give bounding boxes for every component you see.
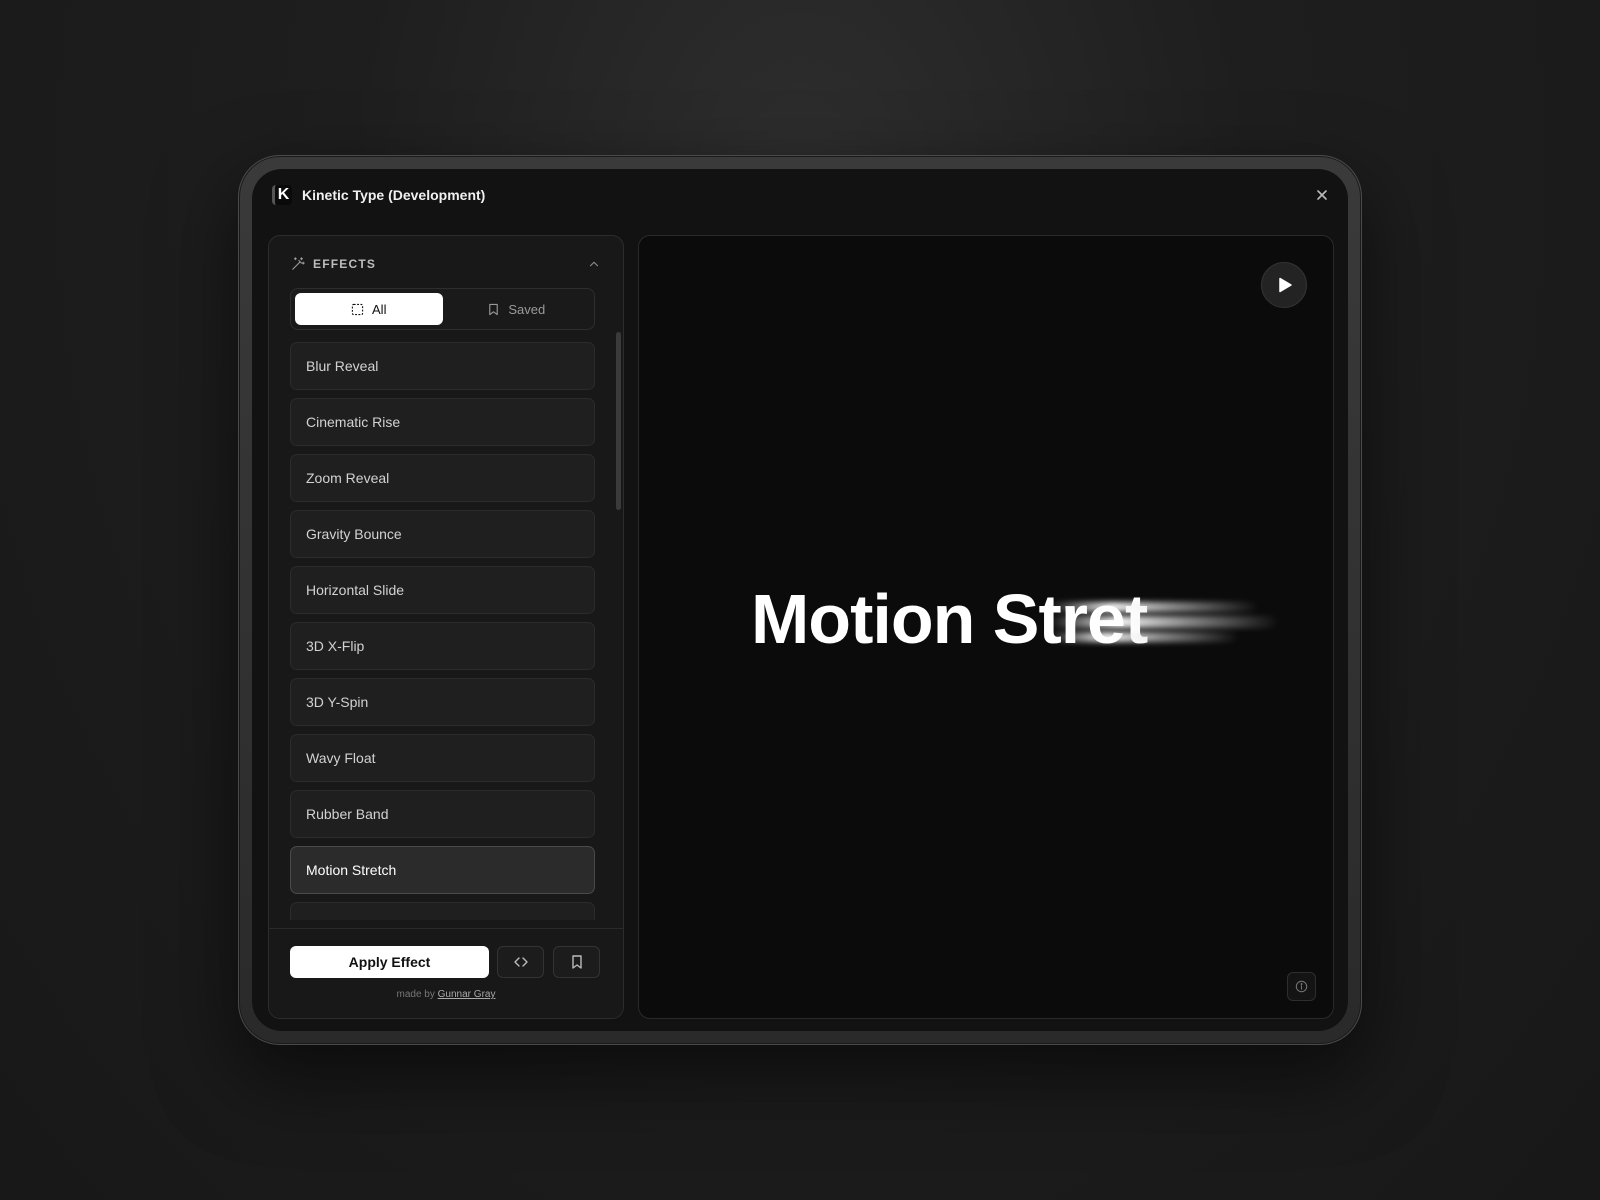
info-button[interactable] xyxy=(1287,972,1316,1001)
app-logo-icon: K xyxy=(272,185,292,205)
preview-canvas: Motion Stret xyxy=(638,235,1334,1019)
effect-item-gravity-bounce[interactable]: Gravity Bounce xyxy=(290,510,595,558)
apply-effect-button[interactable]: Apply Effect xyxy=(290,946,489,978)
author-link[interactable]: Gunnar Gray xyxy=(438,989,496,1000)
list-scrollbar[interactable] xyxy=(616,332,621,510)
filter-segmented-control: All Saved xyxy=(290,288,595,330)
credit-prefix: made by xyxy=(396,989,435,1000)
effect-item-3d-x-flip[interactable]: 3D X-Flip xyxy=(290,622,595,670)
title-bar: K Kinetic Type (Development) xyxy=(252,169,1348,221)
preview-text: Motion Stret xyxy=(751,580,1148,658)
close-button[interactable] xyxy=(1314,187,1330,203)
chevron-up-icon[interactable] xyxy=(587,257,601,271)
effect-item-blur-reveal[interactable]: Blur Reveal xyxy=(290,342,595,390)
code-button[interactable] xyxy=(497,946,544,978)
effect-item-zoom-reveal[interactable]: Zoom Reveal xyxy=(290,454,595,502)
effects-sidebar: EFFECTS All Saved Blur Reveal Cinematic … xyxy=(268,235,624,1019)
effect-item-swarm[interactable]: Swarm xyxy=(290,902,595,920)
effects-list: Blur Reveal Cinematic Rise Zoom Reveal G… xyxy=(290,342,595,920)
info-icon xyxy=(1295,980,1308,993)
sidebar-footer: Apply Effect made by Gunnar Gray xyxy=(269,928,623,1018)
app-window: K Kinetic Type (Development) EFFECTS All xyxy=(252,169,1348,1031)
effect-item-rubber-band[interactable]: Rubber Band xyxy=(290,790,595,838)
save-effect-button[interactable] xyxy=(553,946,600,978)
play-icon xyxy=(1279,277,1292,293)
tab-all-label: All xyxy=(372,301,387,317)
effect-item-wavy-float[interactable]: Wavy Float xyxy=(290,734,595,782)
bookmark-icon xyxy=(571,955,582,969)
effects-header[interactable]: EFFECTS xyxy=(291,256,601,272)
app-title: Kinetic Type (Development) xyxy=(302,187,486,203)
effect-item-cinematic-rise[interactable]: Cinematic Rise xyxy=(290,398,595,446)
tab-saved-label: Saved xyxy=(508,301,546,317)
close-icon xyxy=(1317,190,1327,200)
effect-item-3d-y-spin[interactable]: 3D Y-Spin xyxy=(290,678,595,726)
tab-saved[interactable]: Saved xyxy=(443,293,591,325)
code-icon xyxy=(513,957,528,967)
tab-all[interactable]: All xyxy=(295,293,443,325)
device-frame: K Kinetic Type (Development) EFFECTS All xyxy=(238,155,1362,1045)
effect-item-horizontal-slide[interactable]: Horizontal Slide xyxy=(290,566,595,614)
magic-wand-icon xyxy=(292,257,305,270)
effect-item-motion-stretch[interactable]: Motion Stretch xyxy=(290,846,595,894)
play-button[interactable] xyxy=(1261,262,1307,308)
bookmark-icon xyxy=(489,303,499,315)
dashed-square-icon xyxy=(351,303,364,315)
credit-line: made by Gunnar Gray xyxy=(269,989,623,1000)
section-label: EFFECTS xyxy=(313,257,377,271)
